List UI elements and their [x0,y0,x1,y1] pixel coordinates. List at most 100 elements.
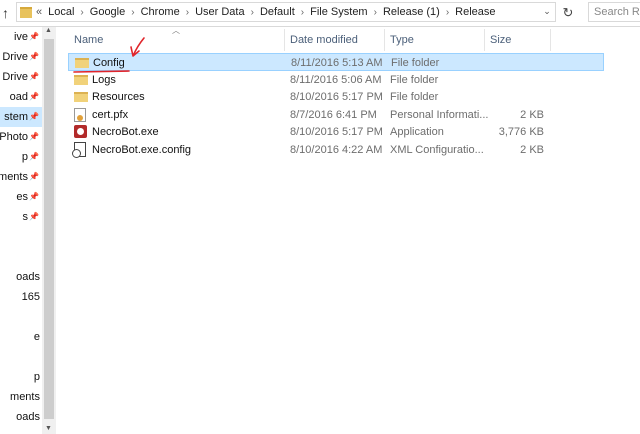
column-header-size[interactable]: Size [490,31,511,55]
chevron-right-icon[interactable]: › [374,7,377,18]
nav-item[interactable] [0,247,42,267]
breadcrumb-overflow[interactable]: « [36,6,42,18]
nav-item-label: e [33,331,40,343]
pin-icon: 📌 [29,152,39,161]
column-divider[interactable] [284,29,285,51]
scroll-down-icon[interactable]: ▼ [45,425,52,432]
file-row[interactable]: Config 8/11/2016 5:13 AM File folder [68,53,604,71]
pin-icon: 📌 [29,32,39,41]
scroll-up-icon[interactable]: ▲ [45,27,52,34]
search-input[interactable]: Search Release [588,2,640,22]
nav-item[interactable]: Photo 📌 [0,127,42,147]
file-date: 8/10/2016 5:17 PM [290,91,383,104]
nav-item-label: ive [13,31,28,43]
breadcrumb-item[interactable]: Release (1) [383,6,440,18]
nav-item[interactable] [0,227,42,247]
file-date: 8/10/2016 5:17 PM [290,126,383,139]
nav-item[interactable]: s 📌 [0,207,42,227]
nav-item[interactable]: oads [0,267,42,287]
file-list: ︿ Name Date modified Type Size Config 8/1… [56,26,640,434]
breadcrumb-item[interactable]: User Data [195,6,245,18]
breadcrumb-item[interactable]: Chrome [141,6,180,18]
chevron-right-icon[interactable]: › [301,7,304,18]
nav-item-label: 165 [21,291,40,303]
chevron-down-icon[interactable]: ⌄ [541,6,553,18]
chevron-right-icon[interactable]: › [446,7,449,18]
file-type: Personal Informati... [390,108,489,121]
nav-item-label: ments [10,391,40,403]
nav-item[interactable]: p 📌 [0,147,42,167]
nav-item[interactable] [0,347,42,367]
nav-item[interactable]: oad 📌 [0,87,42,107]
file-date: 8/11/2016 5:06 AM [290,73,382,86]
nav-item[interactable]: Drive 📌 [0,47,42,67]
pin-icon: 📌 [29,52,39,61]
nav-item[interactable]: ments 📌 [0,167,42,187]
column-header-type[interactable]: Type [390,31,414,55]
nav-item[interactable]: oads [0,407,42,427]
nav-item-label: Photo [0,131,28,143]
file-date: 8/11/2016 5:13 AM [291,57,383,69]
nav-item[interactable] [0,307,42,327]
file-type: File folder [391,57,440,69]
breadcrumb-item[interactable]: Default [260,6,295,18]
pin-icon: 📌 [29,212,39,221]
navigation-pane: ive📌Drive📌e Drive📌oad📌stem📌Photo📌p📌ments… [0,27,42,434]
nav-item-label: stem [4,111,28,123]
chevron-right-icon[interactable]: › [131,7,134,18]
file-row[interactable]: Logs 8/11/2016 5:06 AM File folder [68,71,604,89]
address-bar[interactable]: « Local › Google › Chrome › User Data › Default ›… [16,2,556,22]
file-row[interactable]: Resources 8/10/2016 5:17 PM File folder [68,88,604,106]
scroll-thumb[interactable] [44,39,54,419]
folder-icon [20,6,32,18]
file-name: cert.pfx [92,108,129,121]
chevron-right-icon[interactable]: › [251,7,254,18]
nav-item-label: e Drive [0,71,28,83]
breadcrumb-item[interactable]: File System [310,6,367,18]
column-divider[interactable] [550,29,551,51]
file-name: Resources [92,91,145,104]
file-type: Application [390,126,444,139]
nav-item-label: p [33,371,40,383]
nav-item-label: ments [0,171,28,183]
column-divider[interactable] [384,29,385,51]
nav-item-label: es [16,191,28,203]
breadcrumb-item[interactable]: Release [455,6,495,18]
nav-scrollbar[interactable]: ▲ ▼ [42,27,56,434]
pin-icon: 📌 [29,92,39,101]
column-header-name[interactable]: Name [74,31,103,55]
file-row[interactable]: NecroBot.exe 8/10/2016 5:17 PM Application… [68,123,604,141]
up-arrow-icon[interactable]: ↑ [2,4,14,22]
config-file-icon [72,142,86,158]
file-type: File folder [390,73,439,86]
nav-item[interactable]: e [0,327,42,347]
folder-icon [75,58,89,68]
certificate-icon [74,107,86,122]
file-type: File folder [390,91,439,104]
file-row[interactable]: NecroBot.exe.config 8/10/2016 4:22 AM XML … [68,141,604,159]
chevron-right-icon[interactable]: › [186,7,189,18]
refresh-icon[interactable]: ↻ [560,3,576,23]
nav-item[interactable]: stem 📌 [0,107,42,127]
file-name: NecroBot.exe.config [92,144,192,156]
file-size: 2 KB [520,108,544,121]
breadcrumb-item[interactable]: Local [48,6,74,18]
nav-item[interactable]: 165 [0,287,42,307]
nav-item-label: oad [9,91,28,103]
chevron-right-icon[interactable]: › [80,7,83,18]
column-divider[interactable] [484,29,485,51]
nav-item[interactable]: es 📌 [0,187,42,207]
nav-item[interactable]: e Drive📌 [0,67,42,87]
nav-item[interactable]: ive 📌 [0,27,42,47]
nav-item-label: s [22,211,29,223]
file-row[interactable]: cert.pfx 8/7/2016 6:41 PM Personal Informa… [68,106,604,124]
sort-ascending-icon: ︿ [172,26,180,35]
column-header-date[interactable]: Date modified [290,31,358,55]
breadcrumb-item[interactable]: Google [90,6,125,18]
nav-item-label: p [21,151,28,163]
nav-item-label: oads [16,271,40,283]
nav-item[interactable]: ments [0,387,42,407]
nav-item[interactable]: p [0,367,42,387]
pin-icon: 📌 [29,72,39,81]
file-size: 2 KB [520,144,544,156]
